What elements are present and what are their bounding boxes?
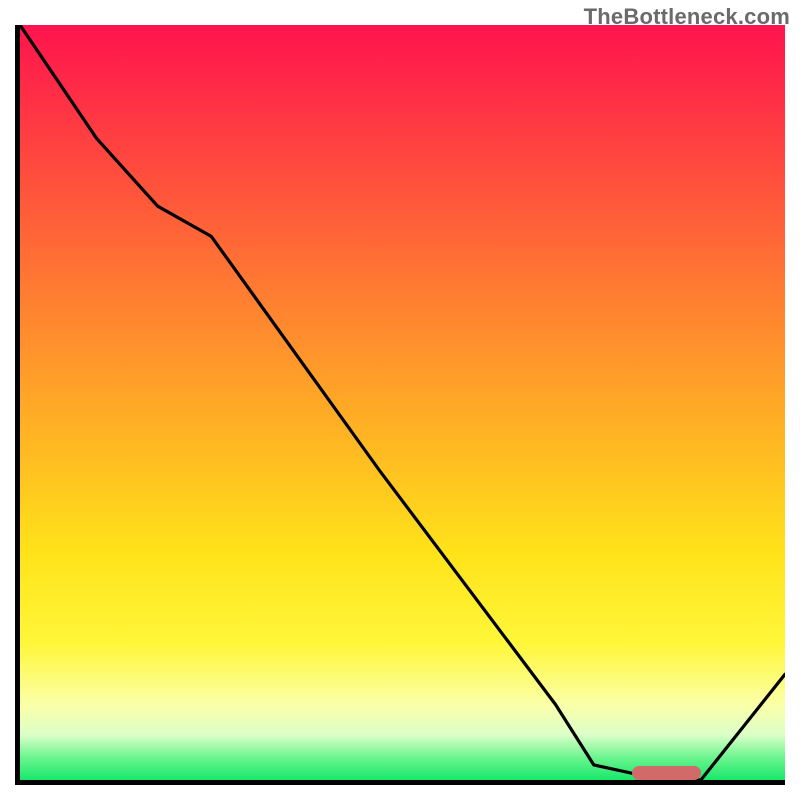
optimal-range-marker bbox=[632, 766, 701, 780]
plot-area bbox=[15, 25, 785, 785]
bottleneck-curve bbox=[20, 25, 785, 780]
chart-container: TheBottleneck.com bbox=[0, 0, 800, 800]
attribution-text: TheBottleneck.com bbox=[584, 4, 790, 30]
